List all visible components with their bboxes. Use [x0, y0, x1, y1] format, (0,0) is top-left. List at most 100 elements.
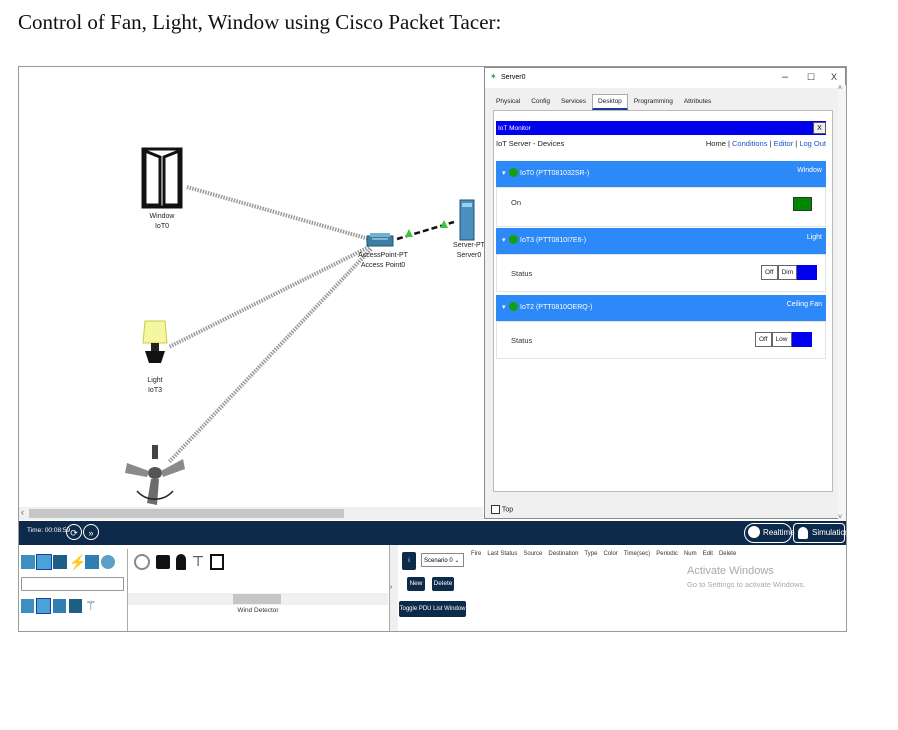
- server-icon[interactable]: [459, 199, 475, 241]
- pdu-column-header: Num: [683, 551, 697, 557]
- toggle-option-off[interactable]: Off: [761, 265, 778, 280]
- delete-scenario-button[interactable]: Delete: [432, 577, 454, 591]
- tab-programming[interactable]: Programming: [629, 95, 678, 108]
- top-checkbox[interactable]: [491, 505, 500, 514]
- tab-physical[interactable]: Physical: [491, 95, 525, 108]
- home-device-icon[interactable]: [21, 599, 34, 613]
- tab-services[interactable]: Services: [556, 95, 591, 108]
- top-checkbox-label: Top: [501, 506, 514, 514]
- logical-workspace[interactable]: Window IoT0 AccessPoint-PT Access Point0 S…: [19, 67, 846, 521]
- iot-server-devices-heading: IoT Server - Devices: [496, 139, 565, 148]
- bottom-toolbox: ⚡ ⚚ ⊤ Wind Detector › i Scenario 0 ⌄ New…: [19, 545, 846, 631]
- maximize-button[interactable]: ☐: [807, 72, 815, 83]
- nav-logout-link[interactable]: Log Out: [799, 139, 826, 148]
- sensor-icon[interactable]: [134, 553, 150, 570]
- window-titlebar[interactable]: ✶ Server0 – ☐ X: [485, 68, 845, 88]
- device-type: Light: [806, 234, 822, 241]
- expand-chevron-icon[interactable]: ▾: [502, 236, 506, 244]
- end-devices-icon[interactable]: [36, 554, 52, 570]
- server0-window[interactable]: ✶ Server0 – ☐ X Physical Config Services De…: [484, 67, 846, 519]
- realtime-mode-button[interactable]: Realtime: [744, 523, 795, 543]
- window-device-icon[interactable]: [210, 553, 225, 570]
- iot-monitor-close-button[interactable]: X: [813, 122, 826, 134]
- scenario-select[interactable]: Scenario 0 ⌄: [421, 553, 464, 567]
- connections-icon[interactable]: ⚡: [69, 555, 86, 569]
- pdu-column-header: Destination: [548, 551, 579, 557]
- scroll-thumb[interactable]: [29, 509, 344, 518]
- nav-editor-link[interactable]: Editor: [774, 139, 794, 148]
- fan-status-toggle[interactable]: Off Low: [755, 332, 812, 347]
- workspace-vertical-scrollbar[interactable]: ˄ ˅: [838, 85, 846, 521]
- device-list-scrollbar[interactable]: [128, 593, 388, 605]
- scroll-left-icon[interactable]: ‹: [21, 507, 24, 517]
- light-device-label: Light IoT3: [147, 377, 163, 394]
- tab-desktop[interactable]: Desktop: [591, 94, 628, 110]
- minimize-button[interactable]: –: [782, 71, 788, 83]
- packet-tracer-logo-icon: ✶: [490, 72, 497, 81]
- toggle-option-low[interactable]: Low: [771, 332, 792, 347]
- link-status-up-icon: [440, 220, 448, 228]
- desktop-panel: IoT Monitor X IoT Server - Devices Home …: [493, 110, 833, 492]
- window-title: Server0: [501, 74, 526, 81]
- device-name: IoT0 (PTT081032SR-): [520, 170, 590, 177]
- access-point-label: AccessPoint-PT Access Point0: [358, 252, 408, 269]
- lamp-icon[interactable]: [139, 317, 171, 371]
- scroll-down-icon[interactable]: ˅: [838, 514, 842, 521]
- window-on-indicator[interactable]: [793, 197, 812, 211]
- pdu-column-header: Source: [523, 551, 543, 557]
- device-status-icon: [509, 235, 519, 244]
- components-icon[interactable]: [53, 555, 67, 569]
- device-caption: Wind Detector: [237, 607, 279, 614]
- scroll-thumb[interactable]: [233, 594, 281, 604]
- device-field-label: Status: [511, 336, 533, 345]
- multiuser-icon[interactable]: [101, 555, 115, 569]
- iot-nav: Home | Conditions | Editor | Log Out: [705, 139, 826, 148]
- microphone-icon[interactable]: [176, 553, 186, 570]
- toggle-option-off[interactable]: Off: [755, 332, 772, 347]
- wind-detector-icon[interactable]: ⊤: [192, 553, 204, 570]
- scenario-info-icon[interactable]: i: [402, 552, 416, 570]
- simulation-statusbar: Time: 00:08:59 ⟳ » Realtime Simulation: [19, 521, 846, 545]
- device-search-field[interactable]: [21, 577, 124, 591]
- packet-tracer-window: Window IoT0 AccessPoint-PT Access Point0 S…: [18, 66, 847, 632]
- toggle-pdu-list-button[interactable]: Toggle PDU List Window: [399, 601, 466, 617]
- toggle-option-dim[interactable]: Dim: [777, 265, 798, 280]
- speaker-icon[interactable]: [156, 554, 170, 569]
- scenario-panel: i Scenario 0 ⌄ New Delete Toggle PDU Lis…: [399, 549, 469, 631]
- simulation-mode-button[interactable]: Simulation: [793, 523, 846, 543]
- smart-city-icon[interactable]: [36, 598, 51, 614]
- expand-chevron-icon[interactable]: ▾: [502, 303, 506, 311]
- device-header-fan[interactable]: ▾ IoT2 (PTT0810OERQ-) Ceiling Fan: [496, 295, 826, 321]
- misc-icon[interactable]: [85, 555, 99, 569]
- nav-conditions-link[interactable]: Conditions: [732, 139, 767, 148]
- panel-collapse-handle[interactable]: ›: [389, 545, 398, 631]
- ceiling-fan-icon[interactable]: [123, 443, 187, 509]
- expand-chevron-icon[interactable]: ▾: [502, 169, 506, 177]
- pdu-column-header: Last Status: [487, 551, 518, 557]
- light-status-toggle[interactable]: Off Dim: [761, 265, 818, 280]
- nav-home-link[interactable]: Home: [706, 139, 726, 148]
- reset-time-icon[interactable]: ⟳: [66, 524, 82, 540]
- tab-config[interactable]: Config: [526, 95, 555, 108]
- slide-title: Control of Fan, Light, Window using Cisc…: [18, 10, 502, 34]
- device-header-window[interactable]: ▾ IoT0 (PTT081032SR-) Window: [496, 161, 826, 187]
- wireless-link-window: [186, 185, 370, 241]
- workspace-horizontal-scrollbar[interactable]: ‹: [19, 507, 483, 520]
- tab-attributes[interactable]: Attributes: [679, 95, 716, 108]
- scroll-up-icon[interactable]: ˄: [838, 85, 842, 92]
- device-list-panel: ⊤ Wind Detector: [127, 549, 388, 631]
- industrial-icon[interactable]: [53, 599, 66, 613]
- device-status-icon: [509, 302, 519, 311]
- access-point-icon[interactable]: [366, 232, 396, 248]
- device-category-row: ⚡: [21, 553, 125, 571]
- window-icon[interactable]: [141, 147, 183, 209]
- top-checkbox-row[interactable]: Top: [491, 505, 513, 514]
- device-header-light[interactable]: ▾ IoT3 (PTT0810I7E6-) Light: [496, 228, 826, 254]
- tower-icon[interactable]: ⚚: [85, 599, 98, 613]
- fast-forward-icon[interactable]: »: [83, 524, 99, 540]
- power-grid-icon[interactable]: [69, 599, 82, 613]
- new-scenario-button[interactable]: New: [407, 577, 425, 591]
- network-devices-icon[interactable]: [21, 555, 35, 569]
- time-display: Time: 00:08:59: [27, 527, 71, 534]
- close-button[interactable]: X: [831, 72, 837, 82]
